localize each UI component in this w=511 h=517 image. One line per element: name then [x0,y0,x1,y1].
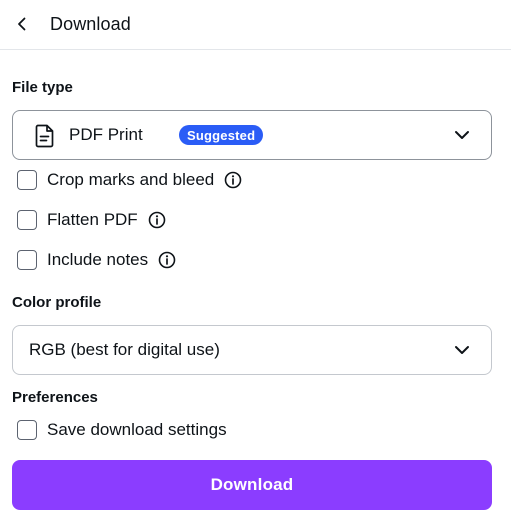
download-button[interactable]: Download [12,460,492,510]
flatten-pdf-checkbox[interactable] [17,210,37,230]
preferences-label: Preferences [12,389,98,406]
crop-marks-checkbox[interactable] [17,170,37,190]
save-settings-label: Save download settings [47,420,227,439]
include-notes-option[interactable]: Include notes [17,248,176,272]
file-type-select[interactable]: PDF Print Suggested [12,110,492,160]
save-settings-checkbox[interactable] [17,420,37,440]
info-icon[interactable] [224,171,242,189]
file-type-value: PDF Print [69,125,143,144]
crop-marks-option[interactable]: Crop marks and bleed [17,168,242,192]
crop-marks-label: Crop marks and bleed [47,170,215,189]
suggested-badge: Suggested [179,125,264,145]
chevron-left-icon [18,17,26,31]
download-panel: Download File type PDF Print Suggested C… [0,0,511,517]
flatten-pdf-option[interactable]: Flatten PDF [17,208,166,232]
panel-header: Download [0,0,511,50]
info-icon[interactable] [158,251,176,269]
file-type-label: File type [12,79,73,96]
color-profile-label: Color profile [12,294,102,311]
save-settings-option[interactable]: Save download settings [17,418,227,442]
include-notes-label: Include notes [47,250,149,269]
include-notes-checkbox[interactable] [17,250,37,270]
info-icon[interactable] [148,211,166,229]
color-profile-select[interactable]: RGB (best for digital use) [12,325,492,375]
file-document-icon [33,123,57,149]
color-profile-value: RGB (best for digital use) [29,340,220,359]
page-title: Download [50,14,131,34]
chevron-down-icon [453,126,471,144]
chevron-down-icon [453,341,471,359]
back-button[interactable] [8,10,36,38]
flatten-pdf-label: Flatten PDF [47,210,138,229]
